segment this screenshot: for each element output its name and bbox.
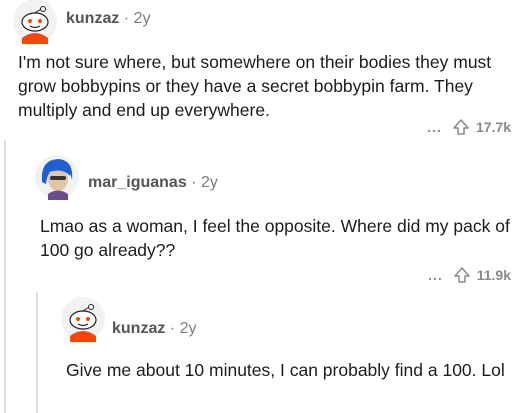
username[interactable]: kunzaz: [112, 320, 165, 337]
comment: kunzaz · 2y I'm not sure where, but some…: [0, 0, 531, 140]
more-options-button[interactable]: ...: [428, 267, 443, 283]
comment-age: 2y: [133, 10, 151, 27]
comment-meta: kunzaz · 2y: [112, 320, 196, 338]
blue-hair-avatar-icon[interactable]: [34, 154, 80, 200]
comment-body: Lmao as a woman, I feel the opposite. Wh…: [40, 216, 510, 260]
snoo-avatar-icon[interactable]: [12, 0, 58, 44]
upvote-button[interactable]: 17.7k: [452, 118, 511, 136]
comment: kunzaz · 2y Give me about 10 minutes, I …: [0, 292, 531, 413]
upvote-count: 11.9k: [476, 267, 511, 283]
comment-actions: ... 17.7k: [427, 118, 511, 136]
comment-age: 2y: [179, 320, 197, 337]
snoo-avatar-icon[interactable]: [60, 296, 106, 342]
comment-actions: ... 11.9k: [428, 266, 511, 284]
separator-dot: ·: [169, 320, 180, 337]
upvote-count: 17.7k: [475, 119, 511, 135]
comment-body: Give me about 10 minutes, I can probably…: [66, 360, 505, 380]
more-options-button[interactable]: ...: [427, 119, 442, 135]
separator-dot: ·: [191, 174, 201, 191]
comment-age: 2y: [200, 174, 218, 191]
upvote-arrow-icon[interactable]: [453, 266, 471, 284]
separator-dot: ·: [123, 10, 134, 27]
comment-body: I'm not sure where, but somewhere on the…: [18, 52, 492, 120]
username[interactable]: kunzaz: [66, 10, 119, 27]
comment-meta: kunzaz · 2y: [66, 10, 150, 28]
comment: mar_iguanas · 2y Lmao as a woman, I feel…: [0, 150, 531, 290]
upvote-button[interactable]: 11.9k: [453, 266, 511, 284]
upvote-arrow-icon[interactable]: [452, 118, 470, 136]
username[interactable]: mar_iguanas: [88, 174, 187, 191]
comment-meta: mar_iguanas · 2y: [88, 174, 218, 192]
